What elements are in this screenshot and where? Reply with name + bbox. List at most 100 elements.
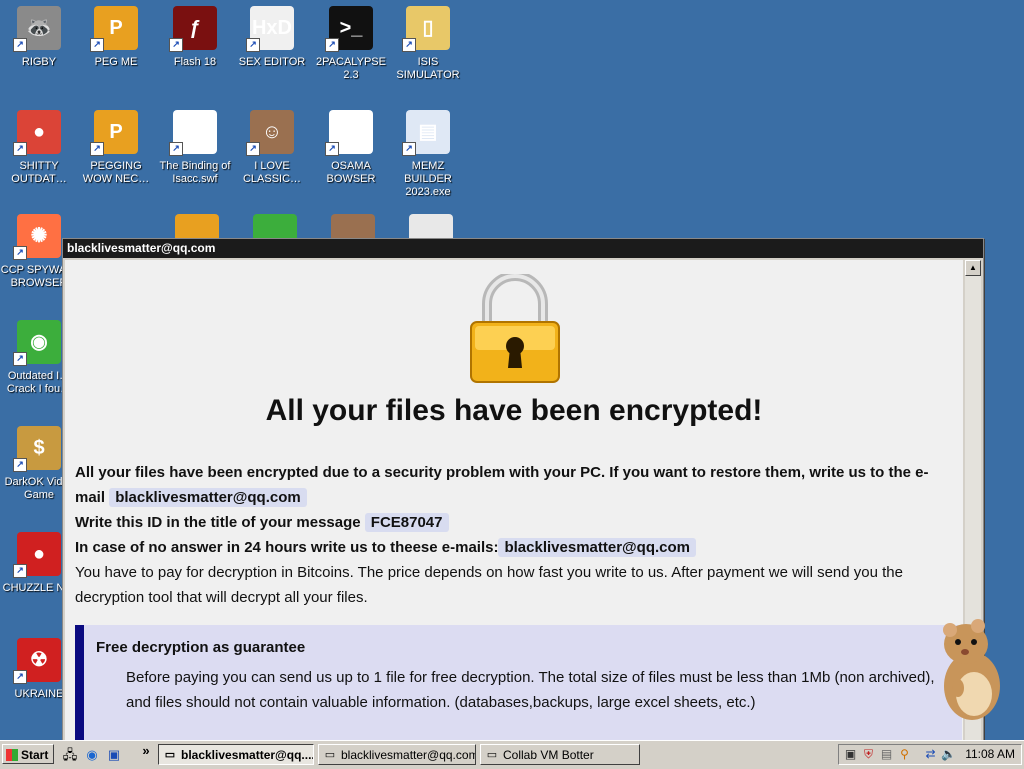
- desktop-icon[interactable]: ◒ ↗ OSAMA BOWSER: [312, 108, 390, 186]
- obama-logo-icon: ◒ ↗: [325, 110, 373, 156]
- system-tray: ▣ ⛨ ▤ ⚲ ⇄ 🔈 11:08 AM: [838, 744, 1022, 765]
- swf-file-icon: ƒ ↗: [169, 110, 217, 156]
- taskbar-button-label: Collab VM Botter: [503, 748, 594, 762]
- desktop-icon-label: 2PACALYPSE 2.3: [316, 56, 386, 81]
- shortcut-arrow-icon: ↗: [246, 38, 260, 52]
- shortcut-arrow-icon: ↗: [402, 142, 416, 156]
- shortcut-arrow-icon: ↗: [169, 142, 183, 156]
- victim-id: FCE87047: [364, 513, 449, 532]
- desktop-icon-label: PEGGING WOW NEC…: [82, 160, 150, 185]
- network-icon[interactable]: ▣: [106, 747, 122, 763]
- ransom-body: All your files have been encrypted due t…: [75, 460, 955, 610]
- desktop-icon-label: RIGBY: [21, 56, 57, 68]
- p-logo-icon: P ↗: [90, 110, 138, 156]
- raccoon-icon: 🦝 ↗: [13, 6, 61, 52]
- folder-icon: ▯ ↗: [402, 6, 450, 52]
- desktop-icon[interactable]: ▤ ↗ MEMZ BUILDER 2023.exe: [389, 108, 467, 199]
- shortcut-arrow-icon: ↗: [325, 38, 339, 52]
- shortcut-arrow-icon: ↗: [402, 38, 416, 52]
- desktop-icon-label: SHITTY OUTDAT…: [11, 160, 67, 185]
- desktop-icon[interactable]: >_ ↗ 2PACALYPSE 2.3: [312, 4, 390, 82]
- shortcut-arrow-icon: ↗: [169, 38, 183, 52]
- shortcut-arrow-icon: ↗: [325, 142, 339, 156]
- scroll-up-button[interactable]: ▲: [965, 260, 981, 276]
- payment-text: You have to pay for decryption in Bitcoi…: [75, 564, 903, 606]
- taskbar-button[interactable]: ▭ blacklivesmatter@qq....: [158, 744, 314, 765]
- desktop-icon[interactable]: HxD ↗ SEX EDITOR: [233, 4, 311, 69]
- hamster-icon: [943, 619, 1000, 720]
- desktop-icon[interactable]: ☺ ↗ I LOVE CLASSIC…: [233, 108, 311, 186]
- portrait-icon: ☺ ↗: [246, 110, 294, 156]
- contact-email: blacklivesmatter@qq.com: [109, 488, 307, 507]
- tray-shield-icon[interactable]: ⛨: [861, 747, 876, 762]
- tray-network-icon[interactable]: ⇄: [923, 747, 938, 762]
- desktop-icon[interactable]: P ↗ PEG ME: [77, 4, 155, 69]
- guarantee-text: Before paying you can send us up to 1 fi…: [126, 669, 935, 711]
- shortcut-arrow-icon: ↗: [13, 670, 27, 684]
- taskbar-button-label: blacklivesmatter@qq.com: [341, 748, 476, 762]
- windows-flag-icon: [6, 749, 18, 761]
- no-answer-text: In case of no answer in 24 hours write u…: [75, 539, 499, 556]
- p-logo-icon: P ↗: [90, 6, 138, 52]
- desktop-icon-label: OSAMA BOWSER: [326, 160, 376, 185]
- desktop-icon[interactable]: ƒ ↗ Flash 18: [156, 4, 234, 69]
- backup-email: blacklivesmatter@qq.com: [498, 538, 696, 557]
- padlock-icon: [470, 274, 560, 383]
- app-icon: ▭: [486, 749, 498, 761]
- taskbar: Start 🖧 ◉ ▣ » ▭ blacklivesmatter@qq.... ▭ b…: [0, 740, 1024, 769]
- desktop-icon-label: MEMZ BUILDER 2023.exe: [404, 160, 452, 198]
- show-desktop-icon[interactable]: 🖧: [62, 747, 78, 763]
- chrome-icon: ● ↗: [13, 110, 61, 156]
- headline: All your files have been encrypted!: [265, 394, 763, 427]
- tray-monitor-icon[interactable]: ▣: [843, 747, 858, 762]
- shortcut-arrow-icon: ↗: [246, 142, 260, 156]
- shortcut-arrow-icon: ↗: [13, 564, 27, 578]
- shortcut-arrow-icon: ↗: [13, 246, 27, 260]
- window-exe-icon: ▤ ↗: [402, 110, 450, 156]
- id-instruction: Write this ID in the title of your messa…: [75, 514, 361, 531]
- desktop-icon[interactable]: 🦝 ↗ RIGBY: [0, 4, 78, 69]
- desktop-icon[interactable]: ▯ ↗ ISIS SIMULATOR: [389, 4, 467, 82]
- pinwheel-icon: ✺ ↗: [13, 214, 61, 260]
- desktop-icon-label: Flash 18: [173, 56, 217, 68]
- download-globe-icon: ◉ ↗: [13, 320, 61, 366]
- browser-icon[interactable]: ◉: [84, 747, 100, 763]
- flash-icon: ƒ ↗: [169, 6, 217, 52]
- ransom-note-content: All your files have been encrypted! All …: [65, 260, 963, 741]
- window-icon: ▭: [164, 749, 176, 761]
- shortcut-arrow-icon: ↗: [13, 352, 27, 366]
- guarantee-title: Free decryption as guarantee: [96, 639, 306, 656]
- desktop-icon-label: SEX EDITOR: [238, 56, 306, 68]
- terminal-icon: >_ ↗: [325, 6, 373, 52]
- shortcut-arrow-icon: ↗: [90, 38, 104, 52]
- start-label: Start: [21, 748, 49, 762]
- guarantee-box: Free decryption as guarantee Before payi…: [75, 625, 962, 741]
- desktop-icon-label: I LOVE CLASSIC…: [242, 160, 302, 185]
- money-bag-icon: $ ↗: [13, 426, 61, 472]
- ransom-window[interactable]: blacklivesmatter@qq.com All your files h…: [62, 238, 984, 742]
- tray-volume-icon[interactable]: 🔈: [941, 747, 956, 762]
- chuzzle-icon: ● ↗: [13, 532, 61, 578]
- shortcut-arrow-icon: ↗: [13, 458, 27, 472]
- desktop-icon-label: ISIS SIMULATOR: [396, 56, 460, 81]
- desktop-icon[interactable]: ƒ ↗ The Binding of Isacc.swf: [156, 108, 234, 186]
- shortcut-arrow-icon: ↗: [90, 142, 104, 156]
- desktop-icon-label: PEG ME: [94, 56, 138, 68]
- desktop-icon[interactable]: ● ↗ SHITTY OUTDAT…: [0, 108, 78, 186]
- shortcut-arrow-icon: ↗: [13, 142, 27, 156]
- desktop-icon[interactable]: P ↗ PEGGING WOW NEC…: [77, 108, 155, 186]
- hxd-icon: HxD ↗: [246, 6, 294, 52]
- tray-window-icon[interactable]: ▤: [879, 747, 894, 762]
- radiation-icon: ☢ ↗: [13, 638, 61, 684]
- taskbar-button[interactable]: ▭ Collab VM Botter: [480, 744, 640, 765]
- taskbar-button-label: blacklivesmatter@qq....: [181, 748, 314, 762]
- quick-launch-chevron[interactable]: »: [138, 743, 154, 759]
- tray-search-icon[interactable]: ⚲: [897, 747, 912, 762]
- taskbar-button[interactable]: ▭ blacklivesmatter@qq.com: [318, 744, 476, 765]
- desktop-icon-label: The Binding of Isacc.swf: [159, 160, 231, 185]
- clock[interactable]: 11:08 AM: [965, 745, 1015, 764]
- start-button[interactable]: Start: [2, 744, 54, 764]
- window-title[interactable]: blacklivesmatter@qq.com: [63, 239, 983, 258]
- shortcut-arrow-icon: ↗: [13, 38, 27, 52]
- window-icon: ▭: [324, 749, 336, 761]
